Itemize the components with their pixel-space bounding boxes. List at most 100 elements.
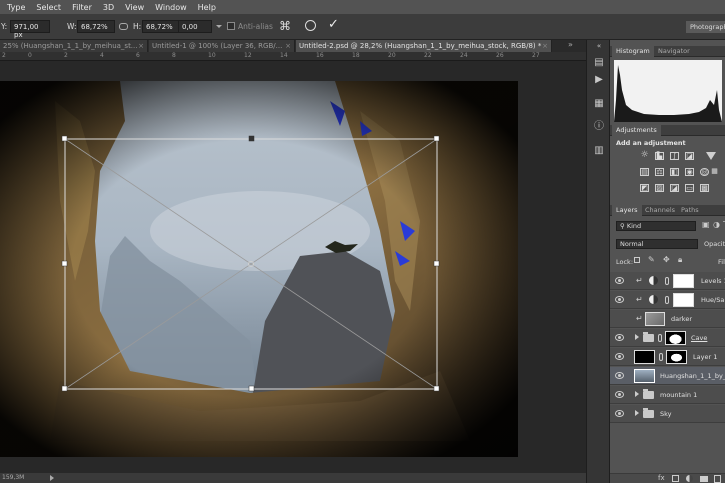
- new-adjustment-icon[interactable]: [686, 475, 693, 482]
- menu-view[interactable]: View: [125, 3, 144, 12]
- color-lookup-icon[interactable]: ▦: [710, 168, 719, 176]
- black-white-icon[interactable]: ◧: [670, 168, 679, 176]
- angle-dropdown-icon[interactable]: [216, 25, 222, 28]
- more-tabs-icon[interactable]: »: [568, 40, 573, 49]
- lock-pixels-icon[interactable]: ✎: [648, 255, 655, 264]
- tab-untitled-1[interactable]: Untitled-1 @ 100% (Layer 36, RGB/... ×: [149, 40, 295, 52]
- layer-mask-thumbnail[interactable]: [665, 331, 686, 345]
- threshold-icon[interactable]: ◪: [670, 184, 679, 192]
- antialias-checkbox[interactable]: [227, 22, 235, 30]
- channel-mixer-icon[interactable]: ◎: [700, 168, 709, 176]
- brush-presets-icon[interactable]: ▥: [592, 145, 606, 157]
- layer-mask-thumbnail[interactable]: [666, 350, 687, 364]
- tab-paths[interactable]: Paths: [677, 205, 703, 216]
- layer-name[interactable]: Layer 1: [693, 348, 717, 366]
- blend-mode-select[interactable]: Normal: [616, 239, 698, 249]
- height-field[interactable]: 68,72%: [142, 20, 180, 33]
- layer-name[interactable]: Hue/Sa: [701, 291, 724, 309]
- close-tab-icon[interactable]: ×: [542, 40, 548, 52]
- brightness-adjust-icon[interactable]: ☼: [640, 151, 649, 160]
- image-filter-icon[interactable]: ▣: [702, 220, 710, 229]
- layer-row-cave[interactable]: Cave: [610, 329, 725, 347]
- layer-name[interactable]: Cave: [691, 329, 707, 347]
- layer-row-darker[interactable]: ↵ darker: [610, 310, 725, 328]
- layer-kind-filter[interactable]: ⚲ Kind: [616, 221, 696, 231]
- invert-icon[interactable]: ◩: [640, 184, 649, 192]
- status-menu-icon[interactable]: [50, 475, 54, 481]
- layer-row-layer-1[interactable]: Layer 1: [610, 348, 725, 366]
- visibility-eye-icon[interactable]: [615, 410, 624, 417]
- layer-thumbnail[interactable]: [645, 312, 665, 326]
- color-balance-icon[interactable]: ⚖: [655, 168, 664, 176]
- add-mask-icon[interactable]: [672, 475, 679, 482]
- layer-name[interactable]: mountain 1: [660, 386, 697, 404]
- visibility-eye-icon[interactable]: [615, 277, 624, 284]
- layer-mask-thumbnail[interactable]: [673, 274, 694, 288]
- tab-histogram[interactable]: Histogram: [612, 46, 654, 57]
- tab-huangshan[interactable]: 25% (Huangshan_1_1_by_meihua_st... ×: [0, 40, 148, 52]
- photo-filter-icon[interactable]: ◉: [685, 168, 694, 176]
- menu-3d[interactable]: 3D: [103, 3, 114, 12]
- tab-untitled-2[interactable]: Untitled-2.psd @ 28,2% (Huangshan_1_1_by…: [296, 40, 552, 52]
- new-layer-icon[interactable]: [714, 475, 721, 483]
- levels-adjust-icon[interactable]: ▙: [655, 152, 664, 160]
- vibrance-adjust-icon[interactable]: [706, 152, 716, 160]
- expand-panels-icon[interactable]: «: [592, 40, 606, 52]
- visibility-eye-icon[interactable]: [615, 372, 624, 379]
- layer-row-mountain[interactable]: mountain 1: [610, 386, 725, 404]
- layer-name[interactable]: darker: [671, 310, 692, 328]
- visibility-eye-icon[interactable]: [615, 296, 624, 303]
- expand-group-icon[interactable]: [635, 334, 639, 340]
- visibility-eye-icon[interactable]: [615, 334, 624, 341]
- layer-name[interactable]: Sky: [660, 405, 672, 423]
- visibility-eye-icon[interactable]: [615, 353, 624, 360]
- close-tab-icon[interactable]: ×: [138, 40, 144, 52]
- expand-group-icon[interactable]: [635, 410, 639, 416]
- layer-row-sky[interactable]: Sky: [610, 405, 725, 423]
- menu-select[interactable]: Select: [36, 3, 61, 12]
- menu-window[interactable]: Window: [155, 3, 187, 12]
- layer-thumbnail[interactable]: [634, 350, 655, 364]
- angle-field[interactable]: 0,00: [178, 20, 212, 33]
- selective-color-icon[interactable]: ▩: [700, 184, 709, 192]
- layer-row-hue-saturation[interactable]: ↵ Hue/Sa: [610, 291, 725, 309]
- visibility-eye-icon[interactable]: [615, 391, 624, 398]
- menu-help[interactable]: Help: [198, 3, 216, 12]
- close-tab-icon[interactable]: ×: [285, 40, 291, 52]
- properties-icon[interactable]: ▦: [592, 98, 606, 110]
- layer-row-huangshan[interactable]: Huangshan_1_1_by_: [610, 367, 725, 385]
- layer-name[interactable]: Levels 1: [701, 272, 725, 290]
- tab-adjustments[interactable]: Adjustments: [612, 125, 661, 136]
- posterize-icon[interactable]: ▨: [655, 184, 664, 192]
- y-field[interactable]: 971,00 px: [10, 20, 50, 39]
- menu-filter[interactable]: Filter: [72, 3, 92, 12]
- smart-object-thumbnail[interactable]: [634, 369, 655, 383]
- cancel-transform-icon[interactable]: [305, 20, 316, 31]
- workspace-switcher[interactable]: Photograph: [686, 21, 725, 33]
- hue-saturation-icon[interactable]: ▤: [640, 168, 649, 176]
- warp-mode-icon[interactable]: ⌘: [279, 19, 291, 33]
- lock-all-icon[interactable]: 🔒︎: [678, 255, 682, 265]
- new-group-icon[interactable]: [700, 476, 708, 482]
- canvas-area[interactable]: [0, 61, 586, 473]
- free-transform-box[interactable]: [0, 81, 518, 457]
- fx-icon[interactable]: fx: [658, 474, 665, 482]
- adjust-filter-icon[interactable]: ◑: [713, 220, 720, 229]
- actions-play-icon[interactable]: ▶: [592, 74, 606, 86]
- history-icon[interactable]: ▤: [592, 57, 606, 69]
- commit-transform-icon[interactable]: ✓: [328, 17, 339, 32]
- curves-adjust-icon[interactable]: ∫: [670, 152, 679, 160]
- info-icon[interactable]: ⓘ: [592, 121, 606, 133]
- width-field[interactable]: 68,72%: [77, 20, 115, 33]
- layer-row-levels[interactable]: ↵ Levels 1: [610, 272, 725, 290]
- menu-type[interactable]: Type: [7, 3, 25, 12]
- layer-mask-thumbnail[interactable]: [673, 293, 694, 307]
- tab-layers[interactable]: Layers: [612, 205, 642, 216]
- layer-name[interactable]: Huangshan_1_1_by_: [660, 367, 725, 385]
- tab-navigator[interactable]: Navigator: [654, 46, 694, 57]
- gradient-map-icon[interactable]: ▭: [685, 184, 694, 192]
- lock-position-icon[interactable]: ✥: [663, 255, 670, 264]
- expand-group-icon[interactable]: [635, 391, 639, 397]
- lock-transparent-icon[interactable]: [634, 257, 640, 263]
- tab-channels[interactable]: Channels: [641, 205, 679, 216]
